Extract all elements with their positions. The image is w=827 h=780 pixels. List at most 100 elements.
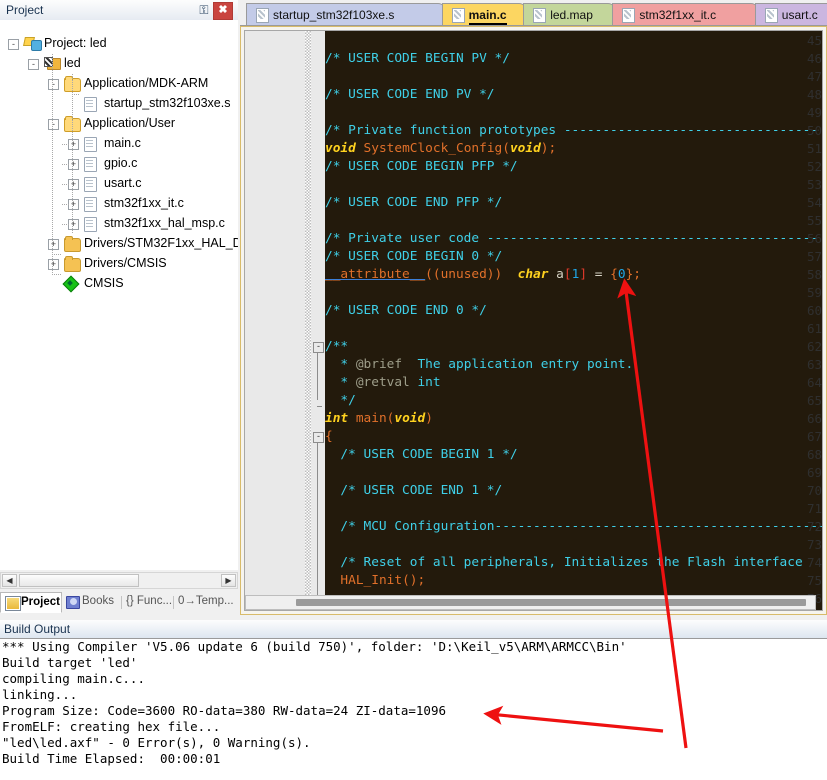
project-tree[interactable]: - Project: led - led - Application/MDK-ARM sta… — [0, 20, 238, 570]
expand-toggle-icon[interactable]: + — [48, 259, 59, 270]
scroll-left-arrow-icon[interactable]: ◀ — [2, 574, 17, 587]
close-icon[interactable]: ✖ — [213, 2, 233, 20]
project-tab-label: 0→Temp... — [178, 595, 234, 607]
tree-item-label: Application/User — [84, 116, 176, 130]
tree-guide-line — [52, 54, 53, 274]
project-tab-books[interactable]: Books — [62, 592, 122, 613]
tree-item-label: Project: led — [44, 36, 107, 50]
file-icon — [84, 197, 97, 212]
project-tab-project[interactable]: Project — [0, 592, 62, 613]
project-tab-label: Books — [82, 595, 114, 607]
line-number: 53 — [806, 177, 822, 192]
code-token: { — [610, 267, 618, 282]
project-bottom-tabs[interactable]: Project Books {} Func... 0→Temp... — [0, 592, 238, 614]
line-number: 47 — [806, 69, 822, 84]
line-number: 66 — [806, 411, 822, 426]
code-line: /* USER CODE BEGIN 1 */ — [325, 447, 518, 462]
code-text[interactable]: /* USER CODE BEGIN PV */ /* USER CODE END… — [325, 31, 822, 610]
fold-end-marker — [317, 406, 322, 407]
code-token: a — [548, 267, 564, 282]
line-number: 62 — [806, 339, 822, 354]
tree-item-label: Application/MDK-ARM — [84, 76, 209, 90]
code-token: SystemClock_Config — [363, 141, 503, 156]
code-line: /* Private function prototypes ---------… — [325, 123, 818, 138]
editor-tab-label: main.c — [468, 8, 507, 25]
code-token: The application entry point. — [402, 357, 634, 372]
code-token: ] — [579, 267, 588, 282]
tab-separator — [61, 596, 62, 609]
line-number: 72 — [806, 519, 822, 534]
code-token: * — [325, 375, 356, 390]
editor-tab-label: usart.c — [781, 8, 818, 22]
folder-icon — [64, 236, 81, 252]
line-number: 60 — [806, 303, 822, 318]
tree-item-label: usart.c — [104, 176, 142, 190]
code-token: /* Private function prototypes ---------… — [325, 123, 819, 138]
editor-tab-usartc[interactable]: usart.c — [754, 3, 827, 26]
code-token: /* USER CODE END 0 */ — [325, 303, 487, 318]
code-line: * @retval int — [325, 375, 440, 390]
build-output-title: Build Output — [4, 622, 71, 636]
code-token: }; — [625, 267, 642, 282]
code-token: int — [325, 411, 349, 426]
file-icon — [84, 217, 97, 232]
file-icon — [451, 8, 465, 23]
code-token: char — [517, 267, 549, 282]
project-tab-temp[interactable]: 0→Temp... — [174, 592, 234, 613]
code-line: HAL_Init(); — [325, 573, 425, 588]
code-token: (); — [402, 573, 426, 588]
code-token: /* MCU Configuration--------------------… — [325, 519, 823, 534]
file-icon — [84, 157, 97, 172]
code-line: /* USER CODE END 0 */ — [325, 303, 487, 318]
line-number: 61 — [806, 321, 822, 336]
scroll-right-arrow-icon[interactable]: ▶ — [221, 574, 236, 587]
collapse-toggle-icon[interactable]: - — [8, 39, 19, 50]
collapse-toggle-icon[interactable]: - — [28, 59, 39, 70]
tree-item-label: CMSIS — [84, 276, 124, 290]
tree-item-label: led — [64, 56, 81, 70]
editor-hscroll-thumb[interactable] — [296, 599, 806, 606]
cmsis-icon — [64, 277, 79, 291]
code-token: /* USER CODE BEGIN 1 */ — [325, 447, 518, 462]
editor-tab-stm32f1xxitc[interactable]: stm32f1xx_it.c — [612, 3, 759, 26]
pin-icon[interactable]: ⚿ — [196, 2, 212, 18]
code-token: * — [325, 357, 356, 372]
code-token: = — [587, 267, 611, 282]
tree-guide-line — [72, 74, 73, 234]
editor-tab-mainc[interactable]: main.c — [441, 3, 528, 26]
project-tree-hscrollbar[interactable]: ◀ ▶ — [0, 572, 238, 589]
fold-toggle-icon[interactable]: - — [313, 432, 324, 443]
editor-tabbar[interactable]: startup_stm32f103xe.s main.c led.map stm32f… — [240, 0, 827, 26]
fold-toggle-icon[interactable]: - — [313, 342, 324, 353]
editor-tab-ledmap[interactable]: led.map — [523, 3, 617, 26]
editor-tab-startupstm32f103xes[interactable]: startup_stm32f103xe.s — [246, 3, 446, 26]
build-output-line: Build Time Elapsed: 00:00:01 — [2, 751, 221, 766]
project-tab-func[interactable]: {} Func... — [122, 592, 174, 613]
code-token: HAL_Init — [340, 573, 403, 588]
project-tab-label: {} Func... — [126, 595, 173, 607]
collapse-toggle-icon[interactable]: - — [48, 79, 59, 90]
tree-item-label: Drivers/STM32F1xx_HAL_Driv — [84, 236, 238, 250]
code-line: int main(void) — [325, 411, 433, 426]
collapse-toggle-icon[interactable]: - — [48, 119, 59, 130]
code-line: */ — [325, 393, 355, 408]
file-icon — [84, 137, 97, 152]
line-number: 73 — [806, 537, 822, 552]
editor-tab-label: stm32f1xx_it.c — [639, 8, 717, 22]
code-token: main — [355, 411, 387, 426]
code-token: 0 — [617, 267, 626, 282]
code-folding-column[interactable]: -- — [311, 31, 325, 610]
file-icon — [533, 8, 547, 23]
editor-hscrollbar[interactable] — [245, 595, 816, 610]
hscroll-thumb[interactable] — [19, 574, 139, 587]
build-output-text[interactable]: *** Using Compiler 'V5.06 update 6 (buil… — [0, 639, 827, 780]
project-tab-label: Project — [21, 596, 60, 608]
line-number: 45 — [806, 33, 822, 48]
code-token: ) — [425, 411, 433, 426]
expand-toggle-icon[interactable]: + — [48, 239, 59, 250]
code-token: /* Private user code -------------------… — [325, 231, 819, 246]
line-number: 49 — [806, 105, 822, 120]
code-view[interactable]: -- /* USER CODE BEGIN PV *//* USER CODE … — [244, 30, 823, 611]
code-line: /* Reset of all peripherals, Initializes… — [325, 555, 802, 570]
file-icon — [622, 8, 636, 23]
